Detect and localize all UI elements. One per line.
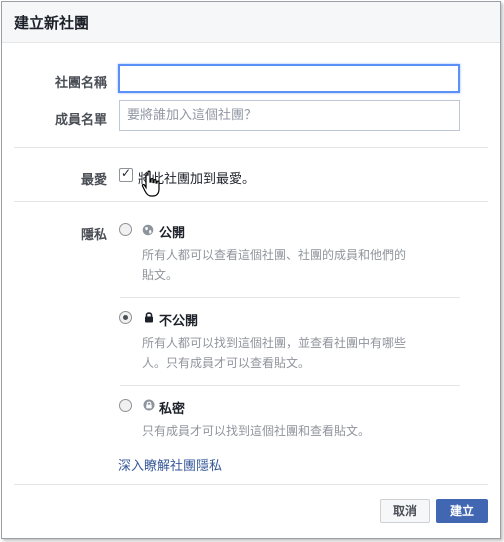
privacy-public-desc-line1: 所有人都可以查看這個社團、社團的成員和他們的 [142, 248, 407, 262]
privacy-closed-title: 不公開 [159, 314, 199, 329]
hand-cursor-icon [141, 170, 160, 197]
dialog-header: 建立新社團 [2, 2, 500, 43]
favorite-checkbox[interactable]: ✓ [119, 166, 133, 182]
privacy-secret-radio[interactable] [119, 399, 132, 412]
favorite-label: 最愛 [80, 173, 107, 188]
divider [14, 201, 488, 202]
members-label: 成員名單 [54, 113, 107, 128]
divider [120, 297, 460, 298]
divider [120, 385, 460, 386]
privacy-closed-desc-line1: 所有人都可以找到這個社團，並查看社團中有哪些 [142, 336, 407, 350]
divider [14, 147, 488, 148]
privacy-public-desc-line2: 貼文。 [142, 268, 179, 282]
create-button[interactable]: 建立 [436, 499, 488, 523]
privacy-secret-desc-line1: 只有成員才可以找到這個社團和查看貼文。 [142, 424, 371, 438]
create-group-dialog: 建立新社團 社團名稱 成員名單 最愛 ✓ 將此社團加到最愛。 隱私 公開 所有人… [1, 1, 501, 539]
group-name-input[interactable] [118, 64, 460, 93]
privacy-closed-radio[interactable] [119, 311, 132, 324]
dialog-title: 建立新社團 [14, 14, 90, 32]
radio-selected-dot [123, 315, 128, 320]
checkmark-icon: ✓ [121, 166, 132, 180]
group-name-label: 社團名稱 [54, 76, 107, 91]
privacy-public-title: 公開 [159, 226, 186, 241]
members-input[interactable] [119, 100, 460, 131]
divider [14, 484, 488, 485]
secret-lock-icon [143, 399, 155, 411]
globe-icon [142, 224, 154, 236]
privacy-closed-desc-line2: 人。只有成員才可以查看貼文。 [142, 356, 311, 370]
privacy-public-radio[interactable] [119, 223, 132, 236]
lock-icon [145, 312, 153, 323]
privacy-secret-title: 私密 [159, 402, 186, 417]
privacy-learn-more-link[interactable]: 深入瞭解社團隱私 [118, 455, 222, 474]
privacy-label: 隱私 [80, 228, 107, 243]
cancel-button[interactable]: 取消 [380, 499, 430, 523]
